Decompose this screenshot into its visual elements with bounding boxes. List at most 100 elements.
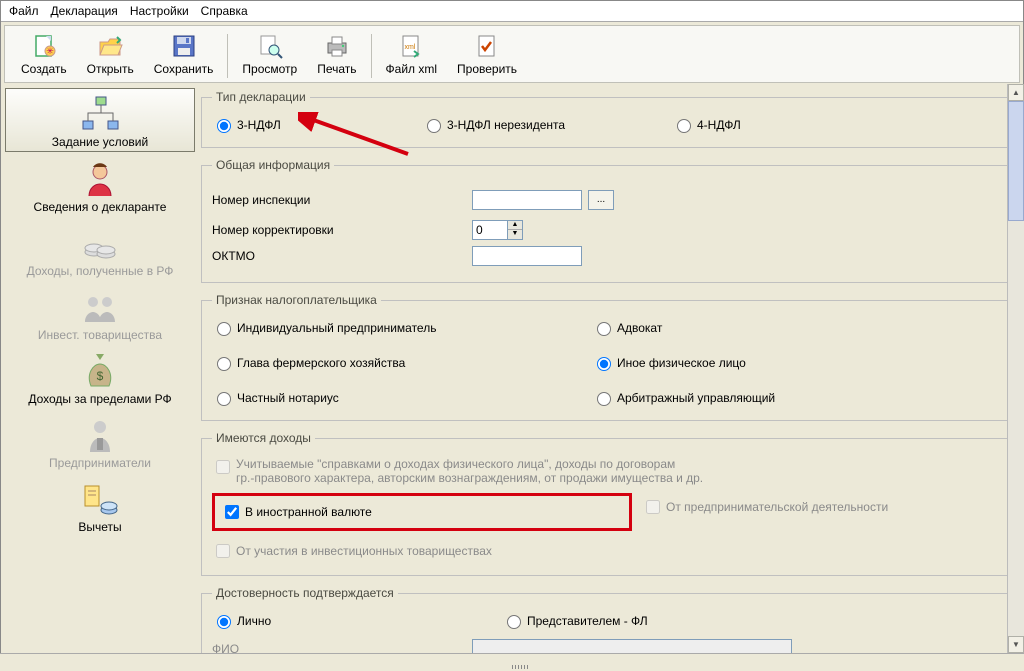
body-split: Задание условий Сведения о декларанте До… [1, 86, 1023, 665]
radio-label: Индивидуальный предприниматель [237, 321, 436, 335]
scroll-down-button[interactable]: ▼ [1008, 636, 1024, 653]
svg-text:$: $ [97, 369, 104, 383]
radio-4ndfl[interactable]: 4-НДФЛ [672, 116, 872, 133]
incomes-legend: Имеются доходы [212, 431, 315, 445]
inspection-browse-button[interactable]: ... [588, 190, 614, 210]
inspection-label: Номер инспекции [212, 193, 472, 207]
main-panel: Тип декларации 3-НДФЛ 3-НДФЛ нерезидента… [199, 86, 1023, 665]
preview-label: Просмотр [242, 62, 297, 76]
xml-button[interactable]: xml Файл xml [376, 30, 448, 78]
menu-declaration[interactable]: Декларация [51, 4, 118, 18]
magnifier-page-icon [256, 32, 284, 60]
radio-label: 3-НДФЛ [237, 118, 281, 132]
sidebar-label: Инвест. товарищества [38, 328, 162, 342]
radio-label: Представителем - ФЛ [527, 614, 648, 628]
print-button[interactable]: Печать [307, 30, 366, 78]
checkbox-investment[interactable]: От участия в инвестиционных товарищества… [212, 541, 998, 561]
money-bag-icon: $ [79, 352, 121, 392]
toolbar-separator [227, 34, 228, 78]
type-legend: Тип декларации [212, 90, 310, 104]
floppy-disk-icon [170, 32, 198, 60]
sidebar-label: Предприниматели [49, 456, 151, 470]
oktmo-label: ОКТМО [212, 249, 472, 263]
radio-representative[interactable]: Представителем - ФЛ [502, 612, 998, 629]
radio-lawyer[interactable]: Адвокат [592, 319, 998, 336]
check-button[interactable]: Проверить [447, 30, 527, 78]
checkmark-page-icon [473, 32, 501, 60]
radio-label: Арбитражный управляющий [617, 391, 775, 405]
svg-text:xml: xml [405, 44, 416, 51]
menu-settings[interactable]: Настройки [130, 4, 189, 18]
sidebar-item-deductions[interactable]: Вычеты [5, 474, 195, 536]
scroll-thumb[interactable] [1008, 101, 1024, 221]
type-group: Тип декларации 3-НДФЛ 3-НДФЛ нерезидента… [201, 90, 1009, 148]
checkbox-foreign-currency[interactable]: В иностранной валюте [221, 502, 372, 522]
highlight-foreign-currency: В иностранной валюте [212, 493, 632, 531]
sidebar-label: Задание условий [52, 135, 148, 149]
radio-label: Лично [237, 614, 271, 628]
sidebar: Задание условий Сведения о декларанте До… [1, 86, 199, 665]
taxpayer-group: Признак налогоплательщика Индивидуальный… [201, 293, 1009, 421]
open-button[interactable]: Открыть [77, 30, 144, 78]
sidebar-item-invest[interactable]: Инвест. товарищества [5, 282, 195, 344]
sidebar-item-conditions[interactable]: Задание условий [5, 88, 195, 152]
inspection-input[interactable] [472, 190, 582, 210]
check-label: Проверить [457, 62, 517, 76]
open-label: Открыть [87, 62, 134, 76]
checkbox-income-certificates[interactable]: Учитываемые "справками о доходах физичес… [212, 457, 998, 485]
xml-label: Файл xml [386, 62, 438, 76]
radio-notary[interactable]: Частный нотариус [212, 389, 592, 406]
create-button[interactable]: ✳ Создать [11, 30, 77, 78]
radio-personally[interactable]: Лично [212, 612, 502, 629]
status-bar [0, 653, 1024, 671]
new-file-icon: ✳ [30, 32, 58, 60]
radio-label: Адвокат [617, 321, 662, 335]
sidebar-item-income-rf[interactable]: Доходы, полученные в РФ [5, 218, 195, 280]
radio-3ndfl[interactable]: 3-НДФЛ [212, 116, 412, 133]
checkbox-label: От участия в инвестиционных товарищества… [236, 544, 492, 558]
coins-icon [79, 224, 121, 264]
scroll-up-button[interactable]: ▲ [1008, 84, 1024, 101]
checkbox-label: Учитываемые "справками о доходах физичес… [236, 457, 703, 485]
radio-farmer[interactable]: Глава фермерского хозяйства [212, 354, 592, 371]
spinner-up[interactable]: ▲ [508, 221, 522, 230]
checkbox-entrepreneurial[interactable]: От предпринимательской деятельности [642, 497, 998, 517]
correction-input[interactable] [472, 220, 508, 240]
general-info-group: Общая информация Номер инспекции ... Ном… [201, 158, 1009, 283]
toolbar: ✳ Создать Открыть Сохранить Просмотр Печ… [4, 25, 1020, 83]
save-button[interactable]: Сохранить [144, 30, 224, 78]
menu-help[interactable]: Справка [201, 4, 248, 18]
checkbox-label: От предпринимательской деятельности [666, 500, 888, 514]
checkbox-label: В иностранной валюте [245, 505, 372, 519]
radio-label: Иное физическое лицо [617, 356, 746, 370]
save-label: Сохранить [154, 62, 214, 76]
oktmo-input[interactable] [472, 246, 582, 266]
sidebar-item-declarant[interactable]: Сведения о декларанте [5, 154, 195, 216]
sidebar-label: Сведения о декларанте [34, 200, 167, 214]
open-folder-icon [96, 32, 124, 60]
spinner-down[interactable]: ▼ [508, 230, 522, 239]
preview-button[interactable]: Просмотр [232, 30, 307, 78]
correction-label: Номер корректировки [212, 223, 472, 237]
menu-file[interactable]: Файл [9, 4, 39, 18]
print-label: Печать [317, 62, 356, 76]
trust-legend: Достоверность подтверждается [212, 586, 398, 600]
radio-label: 4-НДФЛ [697, 118, 741, 132]
resize-grip-icon [512, 665, 530, 669]
xml-file-icon: xml [397, 32, 425, 60]
sidebar-item-entrepreneurs[interactable]: Предприниматели [5, 410, 195, 472]
sidebar-item-income-abroad[interactable]: $ Доходы за пределами РФ [5, 346, 195, 408]
people-group-icon [79, 288, 121, 328]
incomes-group: Имеются доходы Учитываемые "справками о … [201, 431, 1009, 576]
flowchart-icon [79, 95, 121, 135]
radio-3ndfl-nonresident[interactable]: 3-НДФЛ нерезидента [422, 116, 662, 133]
vertical-scrollbar[interactable]: ▲ ▼ [1007, 84, 1024, 653]
correction-spinner[interactable]: ▲ ▼ [472, 220, 998, 240]
radio-entrepreneur[interactable]: Индивидуальный предприниматель [212, 319, 592, 336]
business-person-icon [79, 416, 121, 456]
taxpayer-legend: Признак налогоплательщика [212, 293, 381, 307]
menubar: Файл Декларация Настройки Справка [1, 1, 1023, 22]
radio-arbitration[interactable]: Арбитражный управляющий [592, 389, 998, 406]
create-label: Создать [21, 62, 67, 76]
radio-other-person[interactable]: Иное физическое лицо [592, 354, 998, 371]
